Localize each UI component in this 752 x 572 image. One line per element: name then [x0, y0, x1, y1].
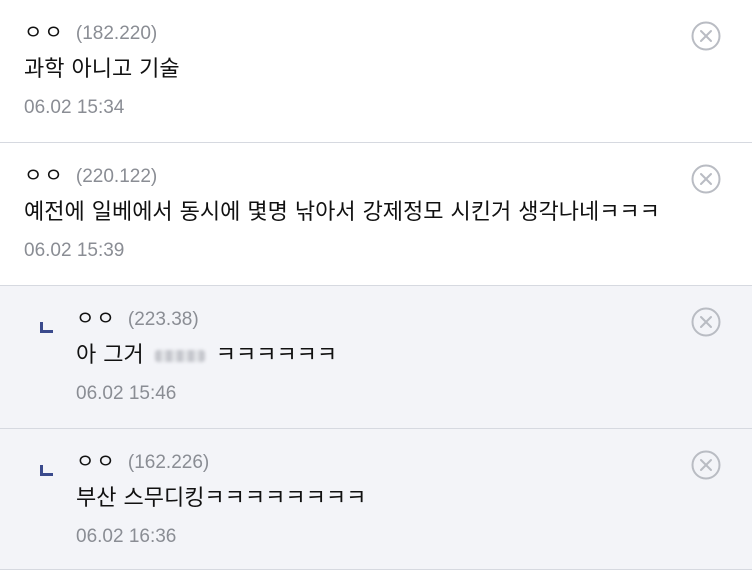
- comment-ip: (162.226): [127, 452, 210, 473]
- delete-comment-button[interactable]: [691, 21, 721, 51]
- comment-author-line: ㅇㅇ (223.38): [76, 300, 752, 336]
- censored-text-blur: [154, 350, 205, 362]
- delete-comment-button[interactable]: [691, 307, 721, 337]
- comment-text-after: ㅋㅋㅋㅋㅋㅋ: [215, 343, 338, 368]
- comment-nickname[interactable]: ㅇㅇ: [76, 449, 117, 473]
- comment-list: ㅇㅇ (182.220) 과학 아니고 기술 06.02 15:34 ㅇㅇ (2…: [0, 0, 752, 570]
- comment-date: 06.02 15:46: [76, 383, 177, 404]
- delete-comment-button[interactable]: [691, 450, 721, 480]
- comment-text: 부산 스무디킹ㅋㅋㅋㅋㅋㅋㅋㅋ: [76, 486, 367, 511]
- comment-text: 과학 아니고 기술: [24, 57, 180, 82]
- comment-item: ㅇㅇ (220.122) 예전에 일베에서 동시에 몇명 낚아서 강제정모 시킨…: [0, 143, 752, 286]
- comment-date: 06.02 15:34: [24, 97, 125, 118]
- reply-arrow-icon: [40, 322, 53, 333]
- comment-text: 예전에 일베에서 동시에 몇명 낚아서 강제정모 시킨거 생각나네ㅋㅋㅋ: [24, 200, 660, 225]
- reply-item: ㅇㅇ (223.38) 아 그거 ㅋㅋㅋㅋㅋㅋ 06.02 15:46: [0, 286, 752, 429]
- comment-text-before: 아 그거: [76, 343, 144, 368]
- comment-nickname[interactable]: ㅇㅇ: [76, 306, 117, 330]
- close-circle-icon: [691, 21, 721, 51]
- comment-date: 06.02 15:39: [24, 240, 125, 261]
- comment-ip: (220.122): [75, 166, 158, 187]
- reply-arrow-icon: [40, 465, 53, 476]
- reply-item: ㅇㅇ (162.226) 부산 스무디킹ㅋㅋㅋㅋㅋㅋㅋㅋ 06.02 16:36: [0, 429, 752, 570]
- comment-text: 아 그거 ㅋㅋㅋㅋㅋㅋ: [76, 336, 752, 376]
- close-circle-icon: [691, 450, 721, 480]
- comment-item: ㅇㅇ (182.220) 과학 아니고 기술 06.02 15:34: [0, 0, 752, 143]
- comment-ip: (182.220): [75, 23, 158, 44]
- delete-comment-button[interactable]: [691, 164, 721, 194]
- comment-ip: (223.38): [127, 309, 199, 330]
- comment-date: 06.02 16:36: [76, 526, 177, 547]
- comment-author-line: ㅇㅇ (162.226): [76, 443, 752, 479]
- close-circle-icon: [691, 307, 721, 337]
- comment-nickname[interactable]: ㅇㅇ: [24, 163, 65, 187]
- comment-nickname[interactable]: ㅇㅇ: [24, 20, 65, 44]
- comment-author-line: ㅇㅇ (220.122): [24, 157, 752, 193]
- comment-author-line: ㅇㅇ (182.220): [24, 14, 752, 50]
- close-circle-icon: [691, 164, 721, 194]
